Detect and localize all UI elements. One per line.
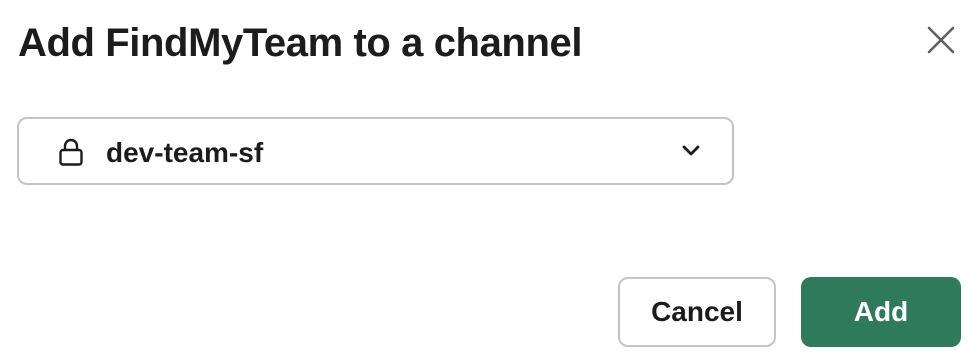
selected-channel: dev-team-sf: [106, 137, 264, 168]
lock-icon: [59, 138, 83, 166]
close-icon: [927, 26, 955, 54]
close-button[interactable]: [915, 14, 967, 66]
add-button[interactable]: Add: [801, 277, 961, 347]
chevron-down-icon: [682, 145, 700, 156]
add-to-channel-dialog: Add FindMyTeam to a channel dev-team-sf …: [0, 0, 978, 364]
channel-select[interactable]: dev-team-sf: [17, 117, 734, 185]
dialog-title: Add FindMyTeam to a channel: [18, 21, 583, 65]
cancel-button[interactable]: Cancel: [618, 277, 776, 347]
